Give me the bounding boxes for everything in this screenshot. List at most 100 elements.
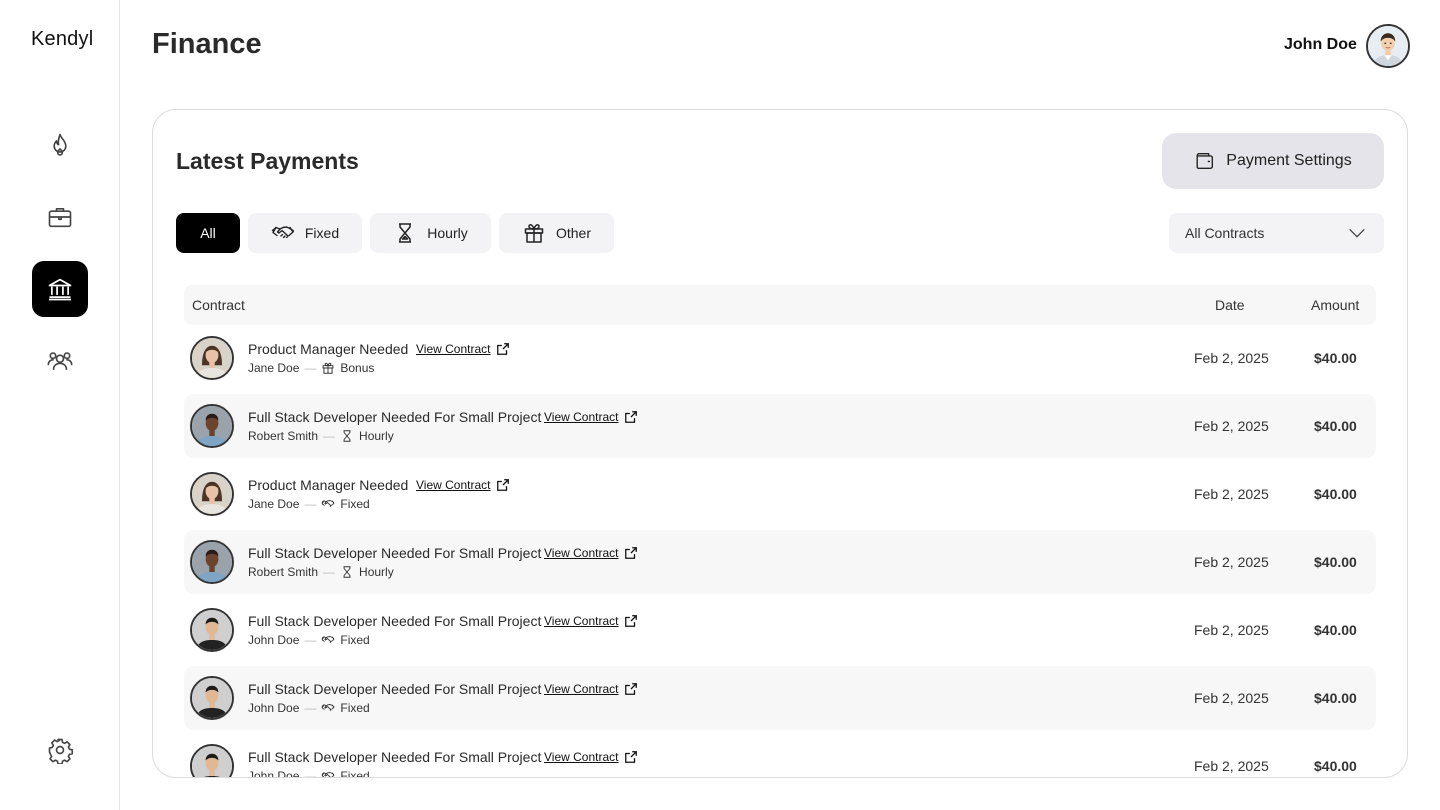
- card-title: Latest Payments: [176, 148, 359, 174]
- contract-type: Fixed: [340, 633, 370, 647]
- payment-date: Feb 2, 2025: [1194, 758, 1269, 774]
- table-row[interactable]: Full Stack Developer Needed For Small Pr…: [184, 394, 1376, 458]
- external-link-icon: [625, 411, 638, 423]
- payment-date: Feb 2, 2025: [1194, 554, 1269, 570]
- contract-type: Fixed: [340, 769, 370, 778]
- payment-date: Feb 2, 2025: [1194, 418, 1269, 434]
- payment-amount: $40.00: [1314, 350, 1357, 366]
- hourglass-icon: [343, 566, 351, 578]
- meta-separator: —: [304, 769, 317, 778]
- table-row[interactable]: Full Stack Developer Needed For Small Pr…: [184, 734, 1376, 778]
- external-link-icon: [625, 683, 638, 695]
- table-row[interactable]: Product Manager Needed View Contract Jane …: [184, 462, 1376, 526]
- table-header: Contract Date Amount: [184, 285, 1376, 325]
- contract-meta: Robert Smith — Hourly: [248, 429, 394, 443]
- contract-person: Robert Smith: [248, 565, 319, 579]
- avatar: [190, 608, 234, 652]
- avatar: [190, 404, 234, 448]
- sidebar-item-settings[interactable]: [32, 722, 88, 778]
- contract-meta: Robert Smith — Hourly: [248, 565, 394, 579]
- contract-type: Fixed: [340, 701, 370, 715]
- contract-person: John Doe: [248, 701, 300, 715]
- contract-title: Product Manager Needed: [248, 477, 409, 493]
- table-row[interactable]: Product Manager Needed View Contract Jane …: [184, 326, 1376, 390]
- avatar: [190, 336, 234, 380]
- contract-title: Full Stack Developer Needed For Small Pr…: [248, 613, 542, 629]
- view-contract-label: View Contract: [544, 750, 619, 764]
- meta-separator: —: [304, 497, 317, 511]
- view-contract-link[interactable]: View Contract: [544, 750, 638, 764]
- payment-amount: $40.00: [1314, 690, 1357, 706]
- view-contract-link[interactable]: View Contract: [416, 478, 510, 492]
- contract-person: Robert Smith: [248, 429, 319, 443]
- avatar: [190, 472, 234, 516]
- sidebar-item-team[interactable]: [32, 333, 88, 389]
- view-contract-link[interactable]: View Contract: [416, 342, 510, 356]
- external-link-icon: [625, 751, 638, 763]
- view-contract-link[interactable]: View Contract: [544, 410, 638, 424]
- payment-amount: $40.00: [1314, 486, 1357, 502]
- view-contract-label: View Contract: [544, 410, 619, 424]
- contract-person: Jane Doe: [248, 497, 300, 511]
- column-contract: Contract: [192, 297, 245, 313]
- contract-meta: Jane Doe — Bonus: [248, 361, 374, 375]
- tab-all-label: All: [200, 225, 216, 241]
- meta-separator: —: [304, 361, 317, 375]
- payment-amount: $40.00: [1314, 758, 1357, 774]
- user-name[interactable]: John Doe: [1284, 36, 1357, 54]
- meta-separator: —: [304, 633, 317, 647]
- payment-amount: $40.00: [1314, 622, 1357, 638]
- view-contract-link[interactable]: View Contract: [544, 682, 638, 696]
- briefcase-icon: [48, 208, 72, 228]
- tab-other-label: Other: [555, 225, 591, 241]
- contract-title: Full Stack Developer Needed For Small Pr…: [248, 749, 542, 765]
- view-contract-link[interactable]: View Contract: [544, 546, 638, 560]
- tab-all[interactable]: All: [176, 213, 240, 253]
- meta-separator: —: [323, 565, 336, 579]
- tab-hourly-label: Hourly: [427, 225, 468, 241]
- table-row[interactable]: Full Stack Developer Needed For Small Pr…: [184, 598, 1376, 662]
- tab-other[interactable]: Other: [499, 213, 614, 253]
- meta-separator: —: [304, 701, 317, 715]
- avatar: [190, 744, 234, 777]
- sidebar-item-activity[interactable]: [32, 117, 88, 173]
- external-link-icon: [625, 615, 638, 627]
- gift-icon: [322, 362, 334, 374]
- view-contract-label: View Contract: [544, 614, 619, 628]
- contract-title: Product Manager Needed: [248, 341, 409, 357]
- gear-icon: [48, 738, 74, 764]
- tab-fixed-label: Fixed: [304, 225, 340, 241]
- sidebar-item-finance[interactable]: [32, 261, 88, 317]
- contract-type: Hourly: [359, 565, 394, 579]
- hourglass-icon: [343, 430, 351, 442]
- contract-title: Full Stack Developer Needed For Small Pr…: [248, 409, 542, 425]
- finance-app: Kendyl Finance John Doe Latest Payments …: [0, 0, 1440, 810]
- view-contract-label: View Contract: [544, 682, 619, 696]
- handshake-icon: [321, 500, 335, 507]
- fire-icon: [53, 133, 67, 156]
- contract-title: Full Stack Developer Needed For Small Pr…: [248, 545, 542, 561]
- contract-person: John Doe: [248, 633, 300, 647]
- contract-meta: Jane Doe — Fixed: [248, 497, 370, 511]
- external-link-icon: [497, 479, 510, 491]
- payment-date: Feb 2, 2025: [1194, 622, 1269, 638]
- avatar: [190, 676, 234, 720]
- users-icon: [47, 352, 73, 370]
- contracts-filter-value: All Contracts: [1185, 225, 1265, 241]
- contract-type: Hourly: [359, 429, 394, 443]
- contracts-filter-dropdown[interactable]: All Contracts: [1169, 213, 1384, 253]
- payment-settings-button[interactable]: Payment Settings: [1162, 133, 1384, 189]
- tab-fixed[interactable]: Fixed: [248, 213, 362, 253]
- payment-settings-label: Payment Settings: [1226, 152, 1352, 169]
- table-row[interactable]: Full Stack Developer Needed For Small Pr…: [184, 530, 1376, 594]
- table-row[interactable]: Full Stack Developer Needed For Small Pr…: [184, 666, 1376, 730]
- external-link-icon: [497, 343, 510, 355]
- user-avatar[interactable]: [1366, 24, 1410, 68]
- payment-amount: $40.00: [1314, 554, 1357, 570]
- tab-hourly[interactable]: Hourly: [370, 213, 491, 253]
- handshake-icon: [271, 226, 295, 239]
- user-avatar-image: [1368, 26, 1408, 66]
- contract-person: John Doe: [248, 769, 300, 778]
- sidebar-item-jobs[interactable]: [32, 189, 88, 245]
- view-contract-link[interactable]: View Contract: [544, 614, 638, 628]
